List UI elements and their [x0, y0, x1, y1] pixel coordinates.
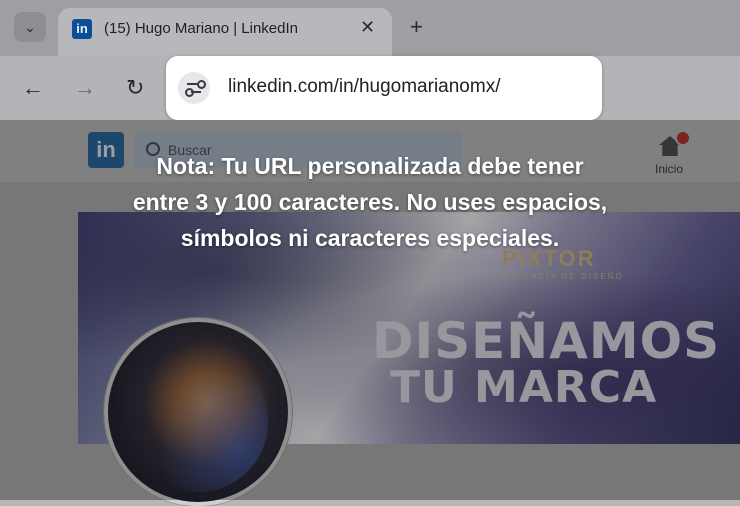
note-line-3: símbolos ni caracteres especiales. [180, 225, 560, 251]
note-caption: Nota: Tu URL personalizada debe tener en… [0, 148, 740, 256]
browser-tab[interactable]: in (15) Hugo Mariano | LinkedIn ✕ [58, 8, 392, 56]
chevron-down-icon: ⌄ [24, 19, 36, 35]
new-tab-button[interactable]: + [410, 14, 423, 40]
linkedin-favicon-icon: in [72, 19, 92, 39]
site-settings-icon[interactable] [178, 72, 210, 104]
browser-tab-strip: ⌄ in (15) Hugo Mariano | LinkedIn ✕ + [0, 0, 740, 56]
note-line-2: entre 3 y 100 caracteres. No uses espaci… [132, 189, 608, 215]
forward-icon[interactable]: → [74, 75, 96, 101]
address-bar[interactable]: linkedin.com/in/hugomarianomx/ [166, 56, 602, 120]
back-icon[interactable]: ← [22, 75, 44, 101]
url-text[interactable]: linkedin.com/in/hugomarianomx/ [228, 76, 500, 98]
close-tab-icon[interactable]: ✕ [360, 17, 375, 38]
note-line-1: Nota: Tu URL personalizada debe tener [156, 153, 584, 179]
reload-icon[interactable]: ↻ [126, 75, 144, 101]
tab-title: (15) Hugo Mariano | LinkedIn [104, 20, 299, 37]
tab-search-button[interactable]: ⌄ [14, 12, 46, 42]
